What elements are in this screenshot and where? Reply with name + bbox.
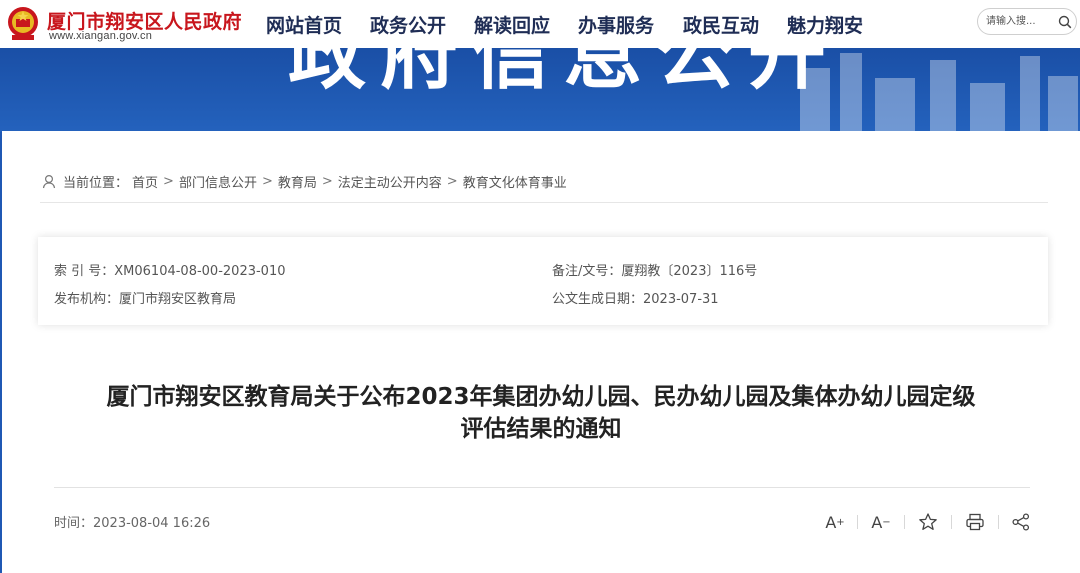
font-increase-letter: A xyxy=(825,512,837,532)
breadcrumb-separator: > xyxy=(321,173,333,189)
nav-item-home[interactable]: 网站首页 xyxy=(266,11,342,38)
breadcrumb-item-education-culture[interactable]: 教育文化体育事业 xyxy=(463,172,567,191)
breadcrumb: 当前位置： 首页 > 部门信息公开 > 教育局 > 法定主动公开内容 > 教育文… xyxy=(42,171,567,191)
content-panel: 当前位置： 首页 > 部门信息公开 > 教育局 > 法定主动公开内容 > 教育文… xyxy=(2,131,1080,573)
document-title-line2: 评估结果的通知 xyxy=(460,416,622,442)
document-meta-box: 索 引 号：XM06104-08-00-2023-010 备注/文号：厦翔教〔2… xyxy=(38,237,1048,325)
breadcrumb-separator: > xyxy=(261,173,273,189)
publish-time: 时间：2023-08-04 16:26 xyxy=(54,516,211,531)
breadcrumb-separator: > xyxy=(446,173,458,189)
divider xyxy=(40,202,1048,203)
font-decrease-icon[interactable]: A − xyxy=(868,509,894,535)
meta-document-number: 备注/文号：厦翔教〔2023〕116号 xyxy=(552,264,758,279)
nav-item-charm-xiangan[interactable]: 魅力翔安 xyxy=(787,11,863,38)
share-icon-glyph xyxy=(1012,513,1030,531)
document-title: 厦门市翔安区教育局关于公布2023年集团办幼儿园、民办幼儿园及集体办幼儿园定级 … xyxy=(2,381,1080,445)
banner-title: 政府信息公开 xyxy=(288,48,841,100)
divider xyxy=(54,487,1030,488)
search-icon[interactable] xyxy=(1058,15,1072,29)
meta-index-number: 索 引 号：XM06104-08-00-2023-010 xyxy=(54,264,286,279)
nav-item-services[interactable]: 办事服务 xyxy=(578,11,654,38)
national-emblem-icon xyxy=(8,7,38,40)
search-box xyxy=(977,8,1077,35)
nav-item-interaction[interactable]: 政民互动 xyxy=(683,11,759,38)
print-icon[interactable] xyxy=(962,509,988,535)
tool-separator xyxy=(904,515,905,529)
top-header: 厦门市翔安区人民政府 www.xiangan.gov.cn 网站首页 政务公开 … xyxy=(0,0,1080,48)
site-url: www.xiangan.gov.cn xyxy=(49,30,153,42)
font-increase-sign: + xyxy=(836,516,845,528)
font-decrease-sign: − xyxy=(882,516,891,528)
breadcrumb-item-statutory-content[interactable]: 法定主动公开内容 xyxy=(338,172,442,191)
star-icon-glyph xyxy=(919,513,937,530)
tool-separator xyxy=(998,515,999,529)
font-increase-icon[interactable]: A + xyxy=(822,509,848,535)
location-user-icon xyxy=(42,174,56,188)
breadcrumb-item-dept-info[interactable]: 部门信息公开 xyxy=(179,172,257,191)
banner: 政府信息公开 xyxy=(0,48,1080,132)
document-title-line1: 厦门市翔安区教育局关于公布2023年集团办幼儿园、民办幼儿园及集体办幼儿园定级 xyxy=(106,384,976,410)
breadcrumb-item-home[interactable]: 首页 xyxy=(132,172,158,191)
print-icon-glyph xyxy=(966,513,984,531)
nav-item-gov-affairs[interactable]: 政务公开 xyxy=(370,11,446,38)
tool-separator xyxy=(857,515,858,529)
nav-item-interpretation[interactable]: 解读回应 xyxy=(474,11,550,38)
meta-publisher: 发布机构：厦门市翔安区教育局 xyxy=(54,292,237,307)
meta-created-date: 公文生成日期：2023-07-31 xyxy=(552,292,719,307)
tool-separator xyxy=(951,515,952,529)
star-icon[interactable] xyxy=(915,509,941,535)
breadcrumb-item-education-bureau[interactable]: 教育局 xyxy=(278,172,317,191)
breadcrumb-separator: > xyxy=(163,173,174,189)
share-icon[interactable] xyxy=(1008,509,1034,535)
font-decrease-letter: A xyxy=(871,512,883,532)
search-input[interactable] xyxy=(986,12,1052,31)
breadcrumb-prefix: 当前位置： xyxy=(63,175,129,191)
